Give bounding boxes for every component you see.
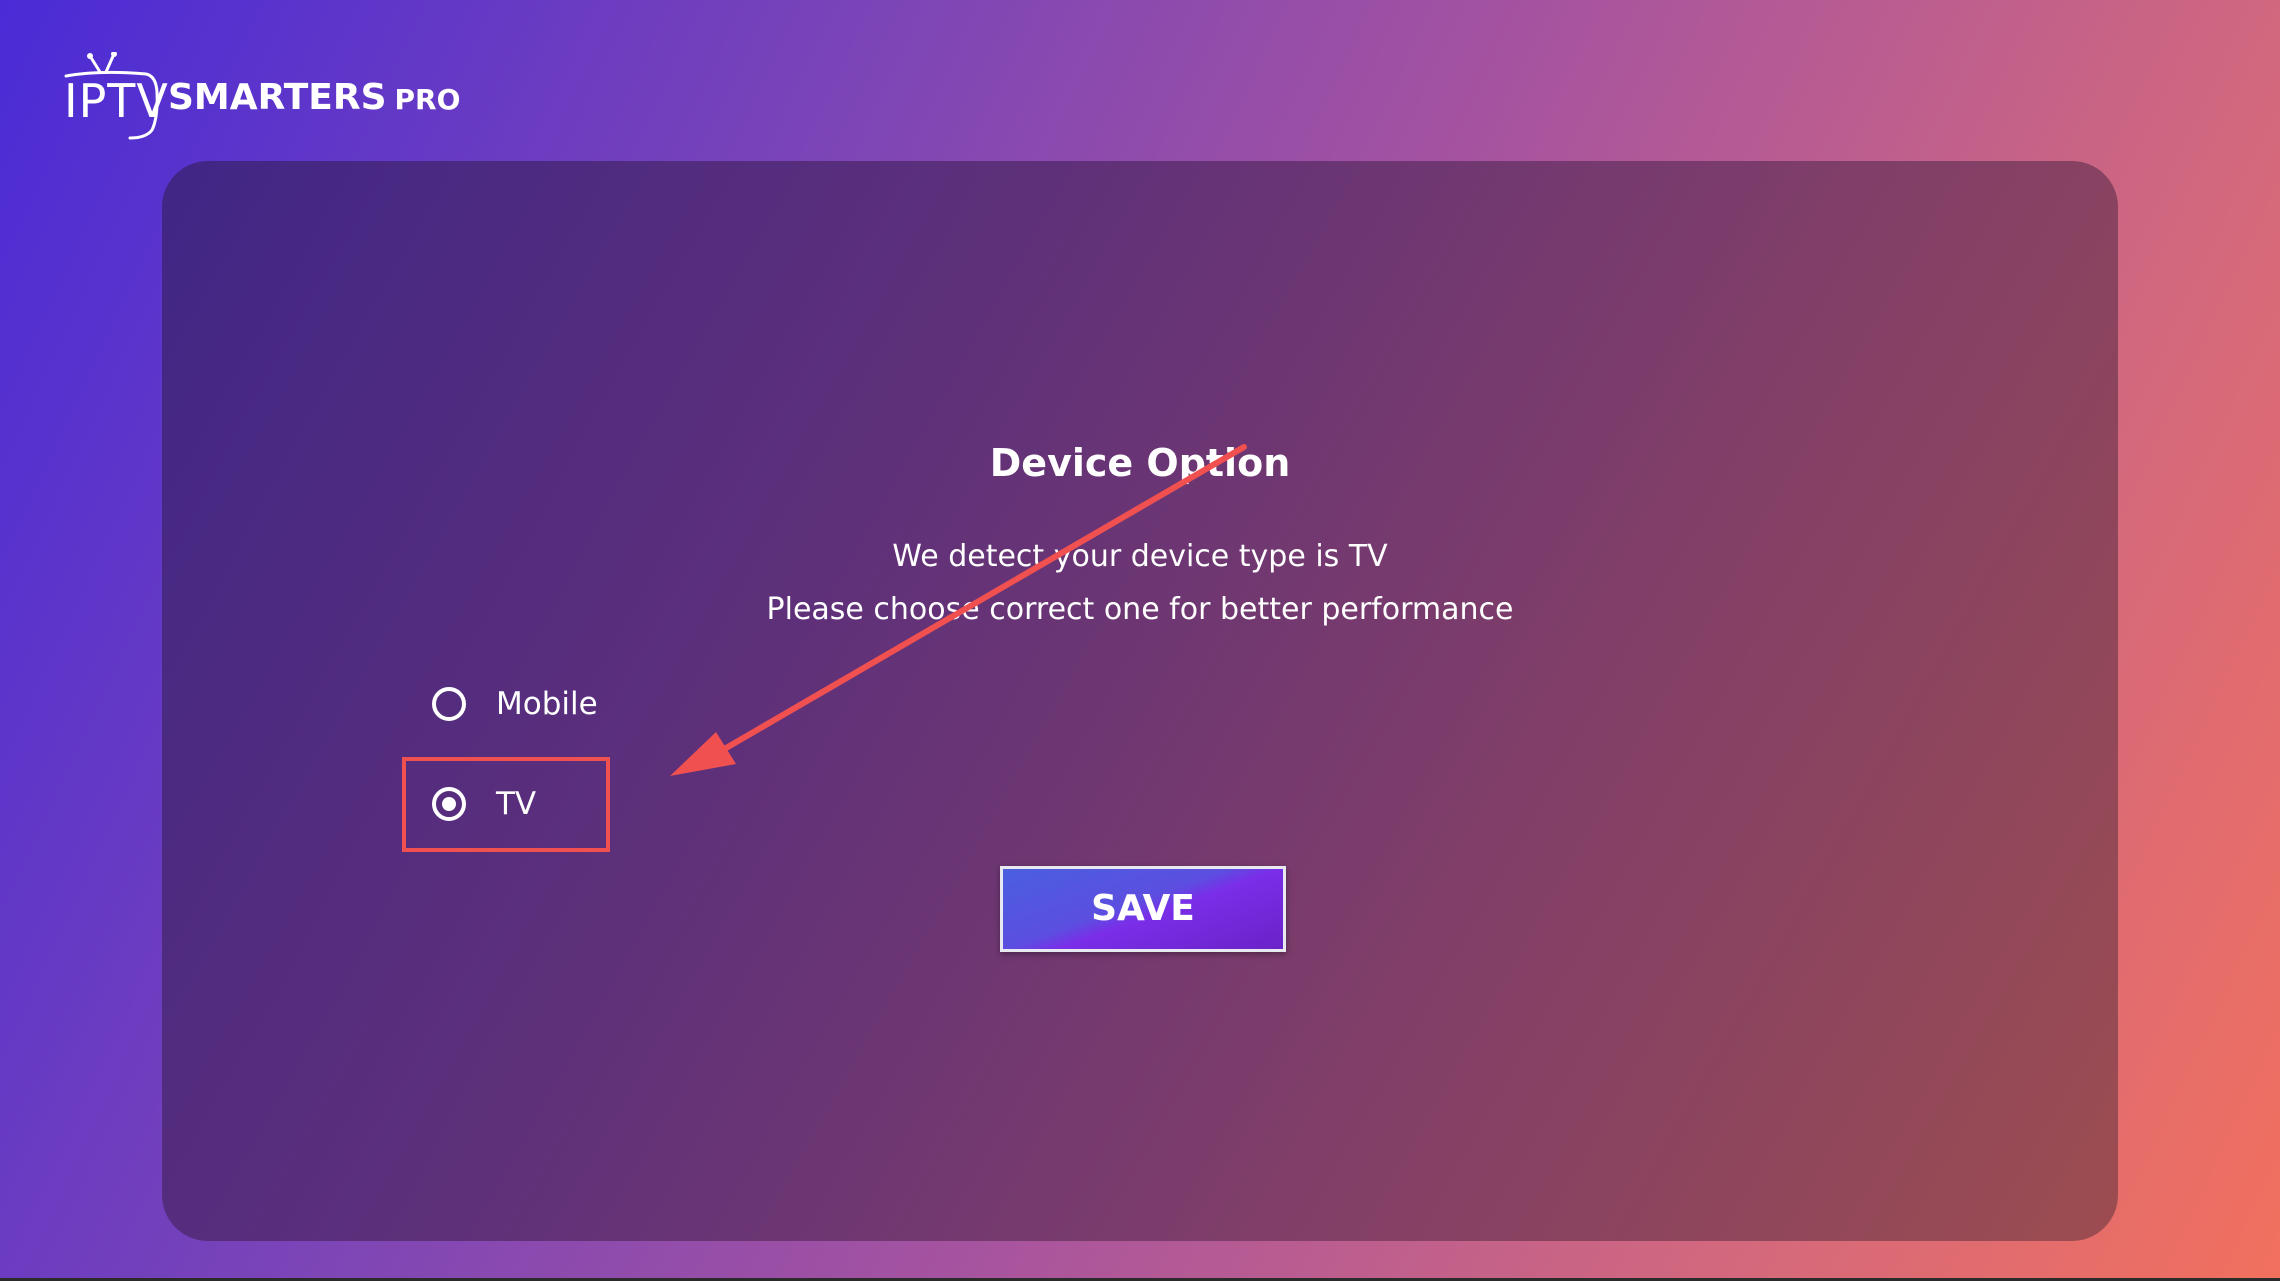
dialog-description-line1: We detect your device type is TV — [892, 539, 1388, 574]
dialog-title: Device Option — [989, 441, 1291, 485]
radio-label-mobile: Mobile — [496, 686, 598, 722]
annotation-highlight-box — [402, 757, 610, 852]
logo-smarters-text: SMARTERS PRO — [168, 80, 460, 116]
dialog-description-line2: Please choose correct one for better per… — [766, 592, 1514, 627]
logo-smarters-word: SMARTERS — [168, 77, 387, 118]
radio-option-mobile[interactable]: Mobile — [432, 674, 598, 734]
logo-iptv-text: IPTV — [64, 74, 169, 128]
radio-unchecked-icon[interactable] — [432, 687, 466, 721]
app-logo: IPTV SMARTERS PRO — [60, 28, 480, 148]
save-button[interactable]: SAVE — [1000, 866, 1286, 952]
logo-pro-word: PRO — [394, 83, 461, 116]
